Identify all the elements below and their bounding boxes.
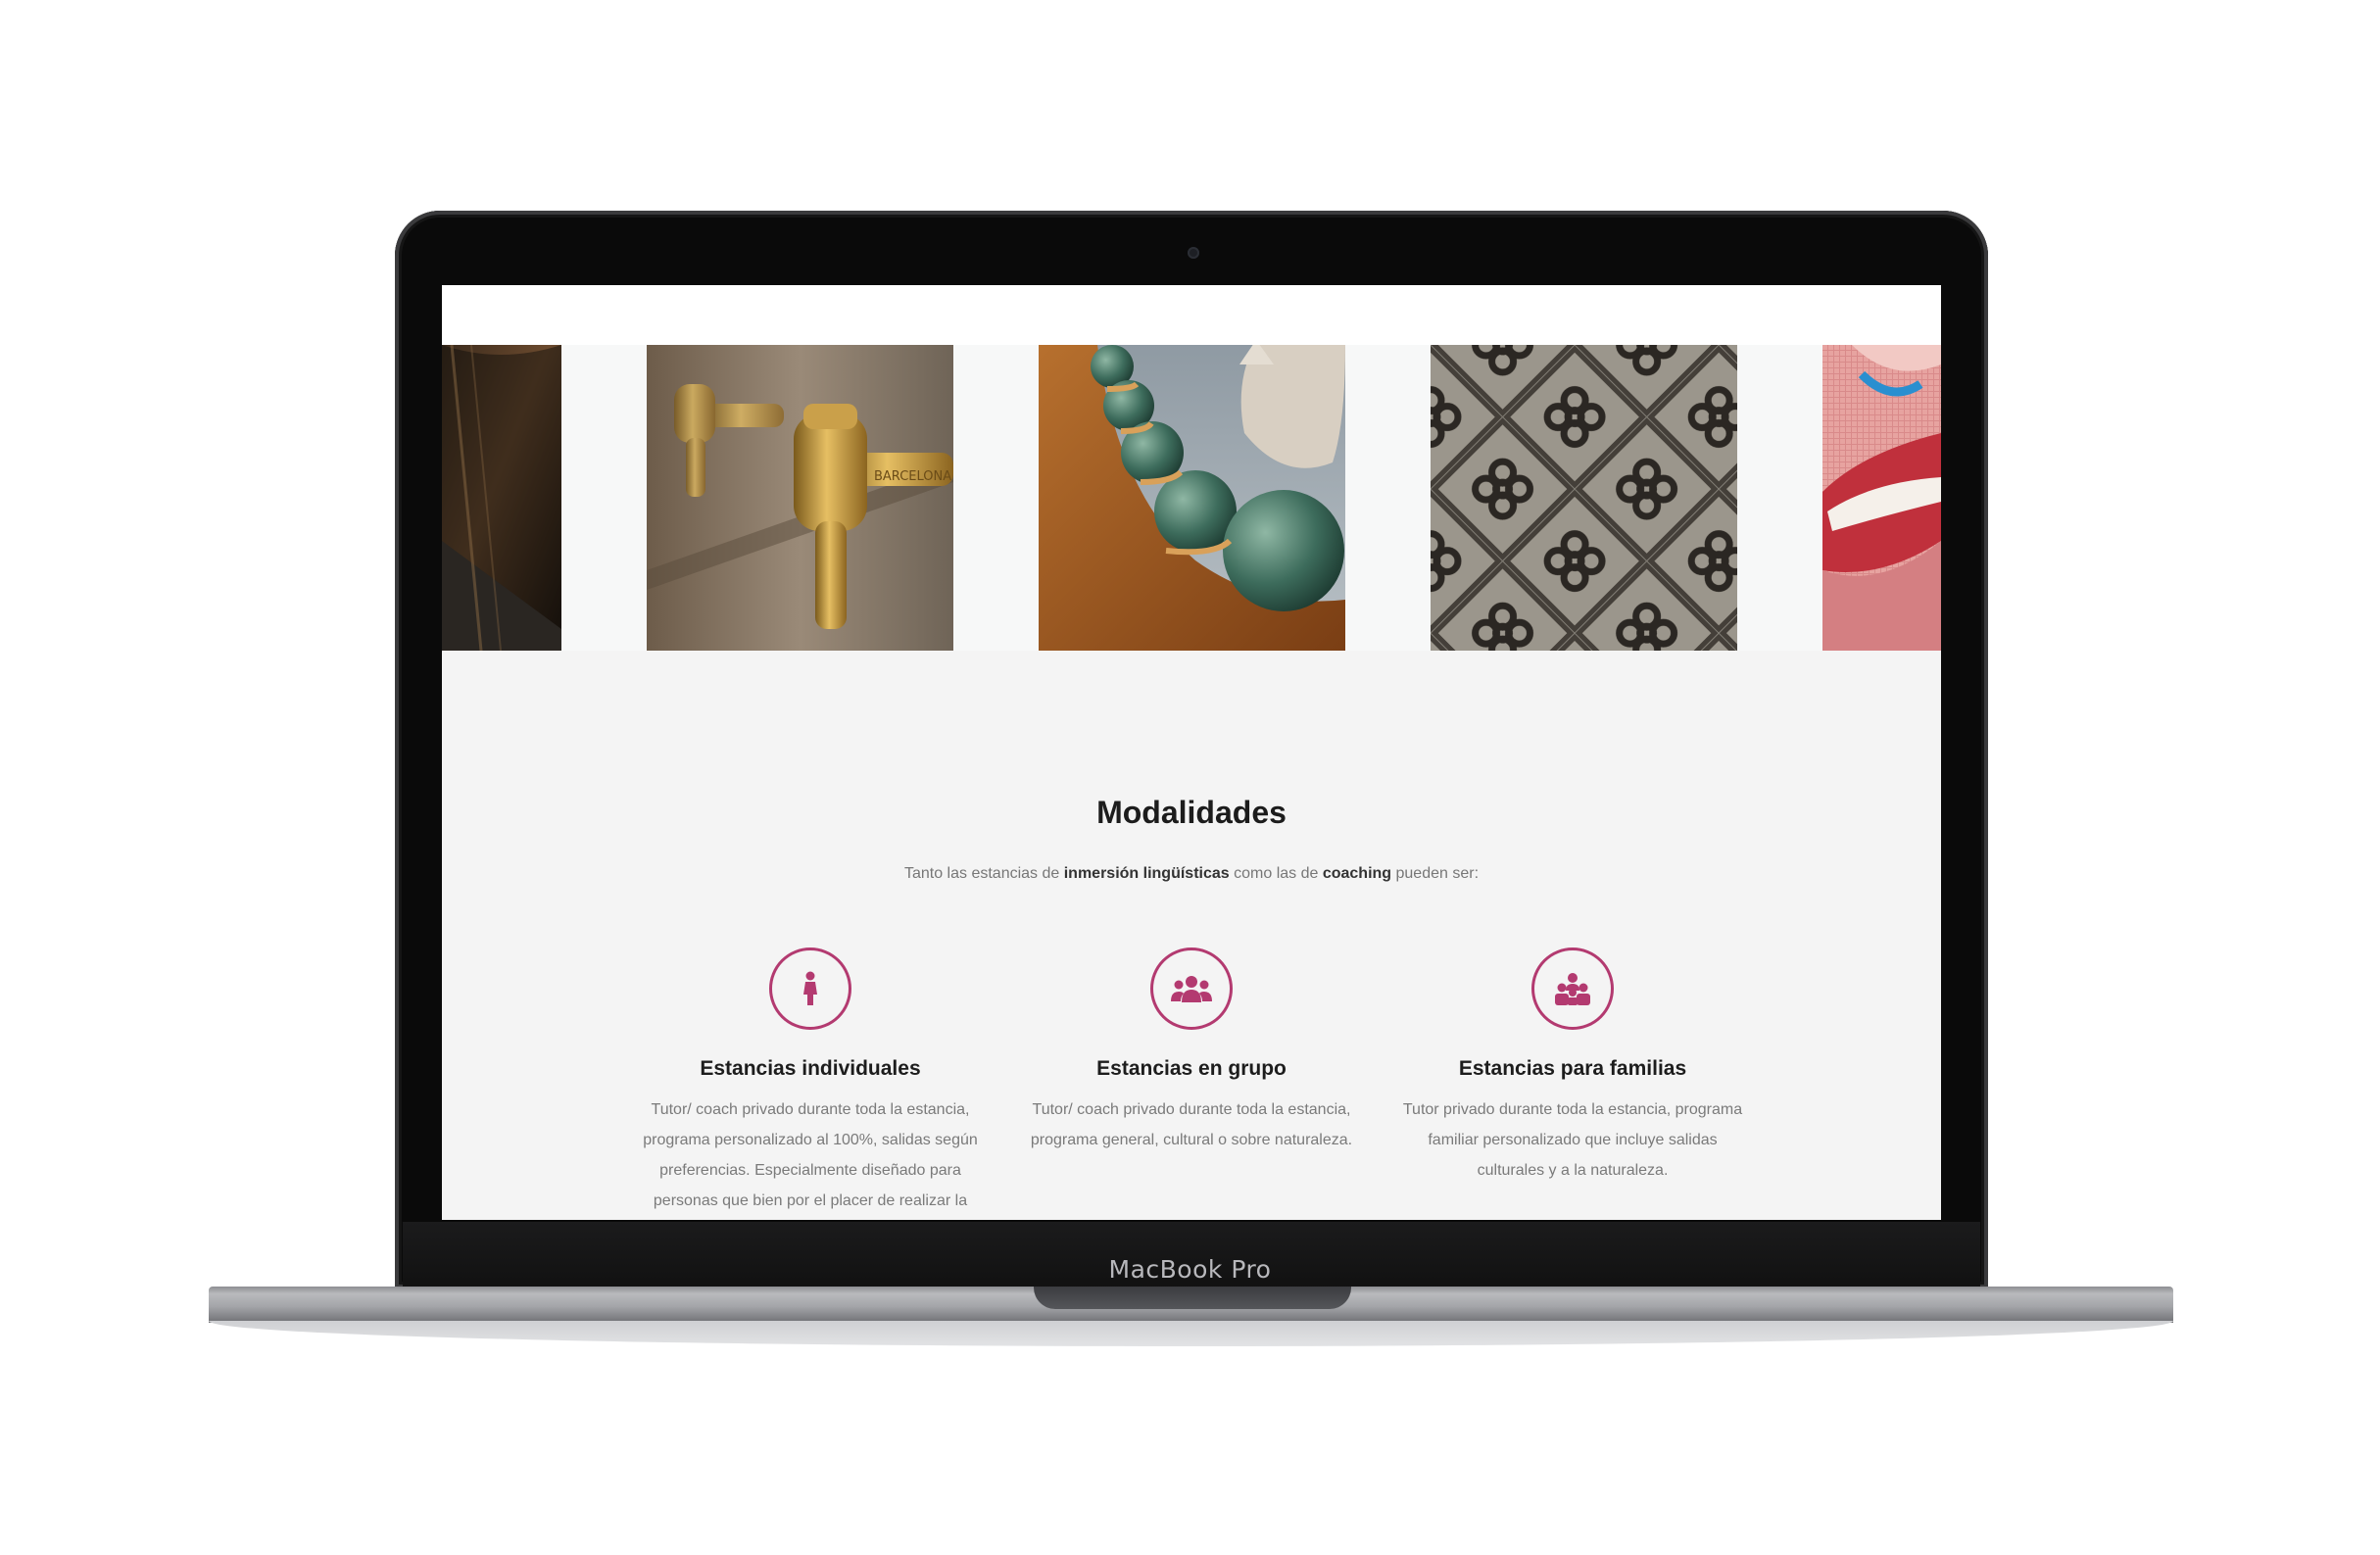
laptop-base-edge xyxy=(209,1321,2173,1346)
family-icon xyxy=(1555,973,1590,1005)
brass-taps-photo[interactable]: BARCELONA xyxy=(647,345,953,651)
modality-icon-circle xyxy=(1531,948,1614,1030)
flower-tiles-photo[interactable] xyxy=(1431,345,1737,651)
modality-description: Tutor/ coach privado durante toda la est… xyxy=(643,1101,978,1209)
laptop-open-notch xyxy=(1034,1287,1351,1309)
dark-alley-photo[interactable] xyxy=(442,345,561,651)
modality-title: Estancias individuales xyxy=(700,1057,921,1080)
modality-title: Estancias para familias xyxy=(1458,1057,1687,1080)
intro-highlight-immersion: inmersión lingüísticas xyxy=(1063,865,1230,882)
site-header xyxy=(442,285,1941,345)
barcelona-engraving: BARCELONA xyxy=(874,469,951,484)
modality-description: Tutor/ coach privado durante toda la est… xyxy=(1030,1101,1353,1148)
gaudi-roof-photo[interactable] xyxy=(1039,345,1345,651)
webcam xyxy=(1188,247,1199,259)
modality-card-family: Estancias para familias Tutor privado du… xyxy=(1391,948,1754,1186)
website-screen: BARCELONA Modalidades Tanto las estancia… xyxy=(442,285,1941,1220)
modality-icon-circle xyxy=(769,948,851,1030)
modality-title: Estancias en grupo xyxy=(1096,1057,1287,1080)
modality-icon-circle xyxy=(1150,948,1233,1030)
section-title: Modalidades xyxy=(1096,795,1287,830)
intro-highlight-coaching: coaching xyxy=(1322,865,1392,882)
modality-card-group: Estancias en grupo Tutor/ coach privado … xyxy=(1010,948,1373,1155)
modality-card-individual: Estancias individuales Tutor/ coach priv… xyxy=(629,948,992,1216)
device-model-label: MacBook Pro xyxy=(1108,1255,1272,1284)
person-icon xyxy=(803,971,817,1005)
modality-description: Tutor privado durante toda la estancia, … xyxy=(1402,1101,1743,1179)
mosaic-lips-photo[interactable] xyxy=(1822,345,1941,651)
section-intro: Tanto las estancias de inmersión lingüís… xyxy=(903,865,1480,882)
photo-gallery-carousel[interactable]: BARCELONA xyxy=(442,345,1941,651)
group-icon xyxy=(1171,976,1212,1002)
